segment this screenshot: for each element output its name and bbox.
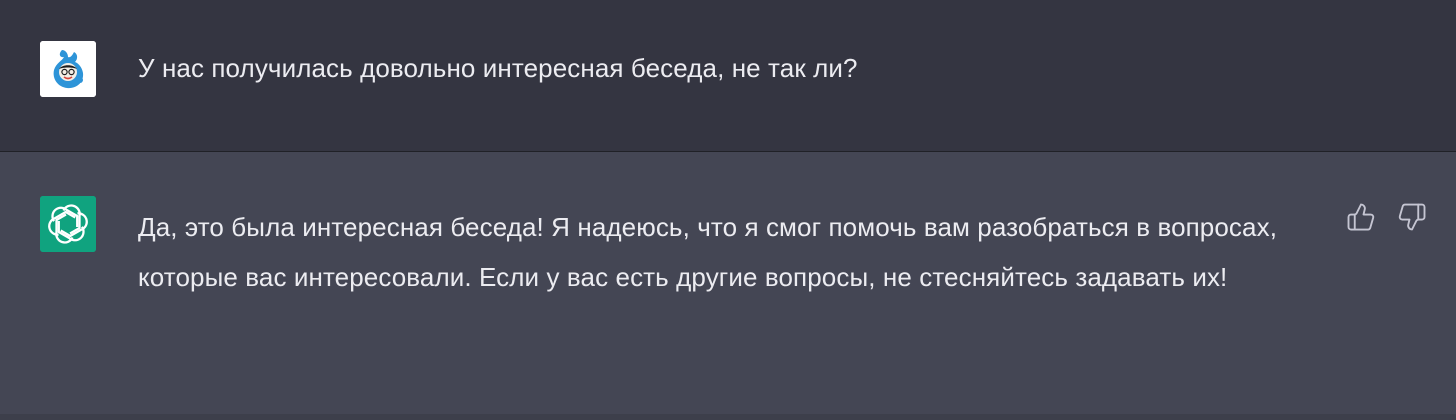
thumbs-up-icon <box>1347 203 1375 231</box>
assistant-avatar <box>40 196 96 252</box>
thumbs-down-button[interactable] <box>1395 200 1429 234</box>
user-avatar-icon <box>40 41 96 97</box>
thumbs-down-icon <box>1398 203 1426 231</box>
thumbs-up-button[interactable] <box>1344 200 1378 234</box>
user-message: У нас получилась довольно интересная бес… <box>0 0 1456 152</box>
user-message-text: У нас получилась довольно интересная бес… <box>138 53 858 83</box>
openai-logo-icon <box>40 196 96 252</box>
bottom-divider <box>0 414 1456 420</box>
user-avatar <box>40 41 96 97</box>
conversation-thread: У нас получилась довольно интересная бес… <box>0 0 1456 420</box>
assistant-message-text: Да, это была интересная беседа! Я надеюс… <box>138 212 1278 292</box>
assistant-message: Да, это была интересная беседа! Я надеюс… <box>0 152 1456 414</box>
